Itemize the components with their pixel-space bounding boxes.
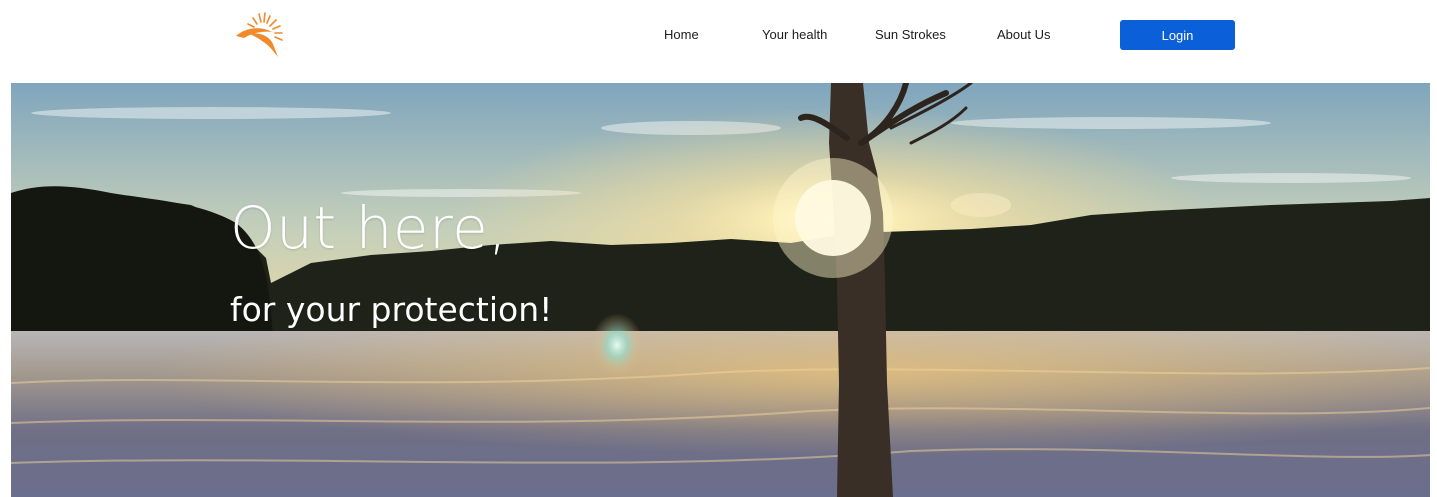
hero-subtitle: for your protection! xyxy=(230,290,553,329)
hero-background-image xyxy=(11,83,1430,497)
nav-about-us[interactable]: About Us xyxy=(997,26,1050,44)
login-button[interactable]: Login xyxy=(1120,20,1235,50)
nav-sun-strokes[interactable]: Sun Strokes xyxy=(875,26,946,44)
page: Home Your health Sun Strokes About Us Lo… xyxy=(0,0,1437,497)
sun-logo-icon[interactable] xyxy=(232,10,288,60)
hero-title: Out here, xyxy=(230,194,508,262)
nav-your-health[interactable]: Your health xyxy=(762,26,827,44)
nav-home[interactable]: Home xyxy=(664,26,699,44)
site-header: Home Your health Sun Strokes About Us Lo… xyxy=(0,0,1437,83)
hero-banner: Out here, for your protection! xyxy=(11,83,1430,497)
